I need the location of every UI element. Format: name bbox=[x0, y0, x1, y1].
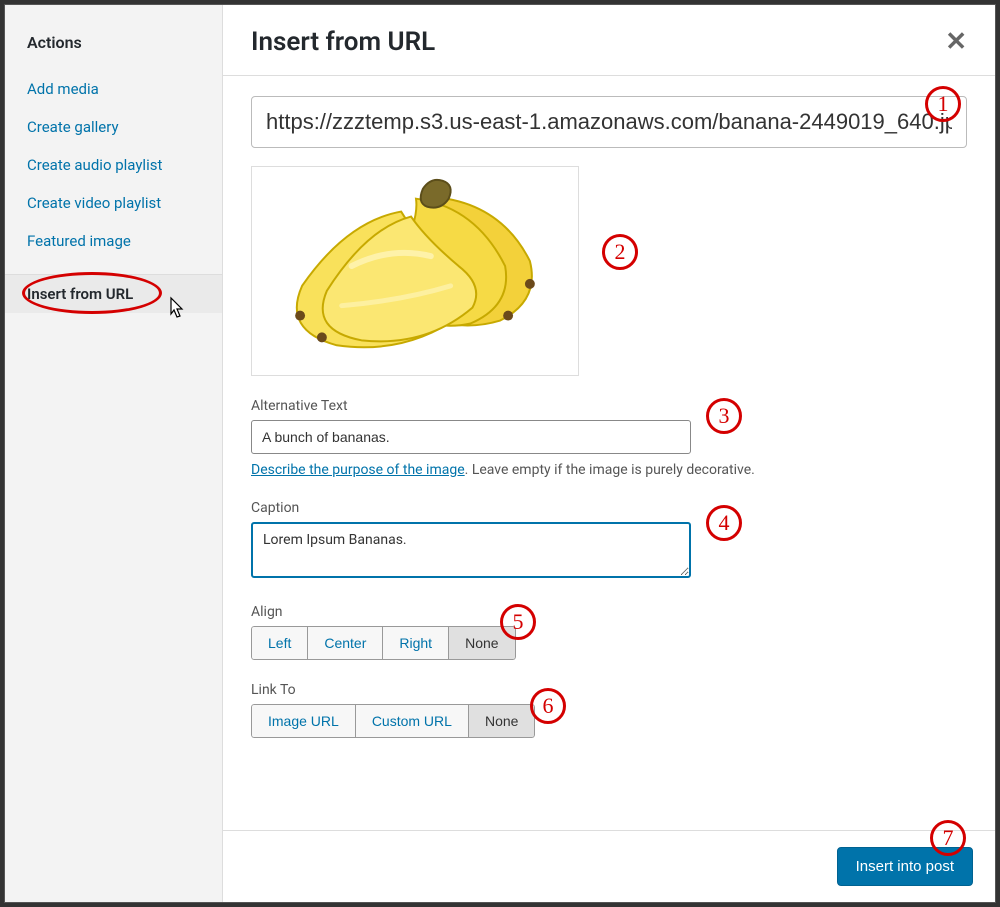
align-right-button[interactable]: Right bbox=[382, 626, 449, 660]
alt-text-label: Alternative Text bbox=[251, 398, 967, 414]
caption-label: Caption bbox=[251, 500, 967, 516]
url-input[interactable] bbox=[251, 96, 967, 148]
sidebar-item-create-gallery[interactable]: Create gallery bbox=[5, 108, 222, 146]
linkto-custom-url-button[interactable]: Custom URL bbox=[355, 704, 469, 738]
insert-into-post-button[interactable]: Insert into post bbox=[837, 847, 973, 886]
media-modal: Actions Add media Create gallery Create … bbox=[4, 4, 996, 903]
linkto-label: Link To bbox=[251, 682, 967, 698]
image-preview bbox=[251, 166, 579, 376]
page-title: Insert from URL bbox=[251, 27, 435, 57]
align-label: Align bbox=[251, 604, 967, 620]
sidebar-item-featured-image[interactable]: Featured image bbox=[5, 222, 222, 260]
sidebar-item-create-audio-playlist[interactable]: Create audio playlist bbox=[5, 146, 222, 184]
align-left-button[interactable]: Left bbox=[251, 626, 308, 660]
banana-image-icon bbox=[252, 167, 578, 375]
alt-text-input[interactable] bbox=[251, 420, 691, 454]
align-button-group: Left Center Right None bbox=[251, 626, 516, 660]
main-header: Insert from URL ✕ bbox=[223, 5, 995, 75]
main-body: Alternative Text Describe the purpose of… bbox=[223, 75, 995, 830]
alt-text-hint-rest: . Leave empty if the image is purely dec… bbox=[465, 462, 755, 478]
alt-text-hint: Describe the purpose of the image. Leave… bbox=[251, 462, 967, 478]
sidebar-item-add-media[interactable]: Add media bbox=[5, 70, 222, 108]
linkto-none-button[interactable]: None bbox=[468, 704, 535, 738]
sidebar-item-insert-from-url[interactable]: Insert from URL bbox=[5, 275, 222, 313]
close-icon[interactable]: ✕ bbox=[945, 29, 967, 55]
sidebar-item-create-video-playlist[interactable]: Create video playlist bbox=[5, 184, 222, 222]
linkto-button-group: Image URL Custom URL None bbox=[251, 704, 535, 738]
sidebar: Actions Add media Create gallery Create … bbox=[5, 5, 223, 902]
caption-input[interactable] bbox=[251, 522, 691, 578]
align-center-button[interactable]: Center bbox=[307, 626, 383, 660]
modal-footer: Insert into post bbox=[223, 830, 995, 902]
align-none-button[interactable]: None bbox=[448, 626, 515, 660]
linkto-image-url-button[interactable]: Image URL bbox=[251, 704, 356, 738]
main-panel: Insert from URL ✕ bbox=[223, 5, 995, 902]
describe-image-link[interactable]: Describe the purpose of the image bbox=[251, 462, 465, 478]
sidebar-title: Actions bbox=[5, 23, 222, 70]
